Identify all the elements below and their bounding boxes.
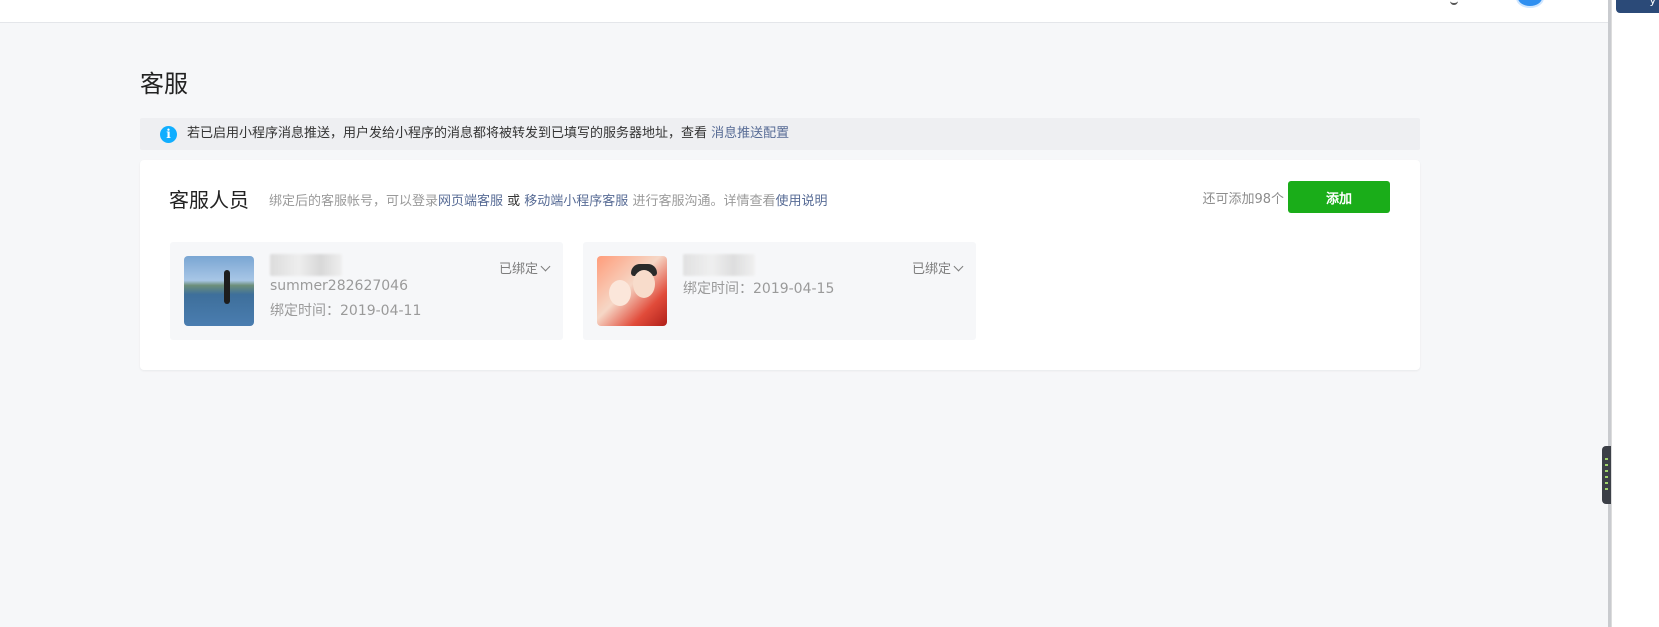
bind-status-dropdown[interactable]: 已绑定	[911, 258, 964, 277]
notice-banner: i 若已启用小程序消息推送，用户发给小程序的消息都将被转发到已填写的服务器地址，…	[140, 118, 1420, 150]
user-avatar-icon[interactable]	[1516, 0, 1544, 8]
chevron-down-icon	[953, 261, 964, 272]
side-panel: y	[1611, 0, 1659, 627]
side-panel-tab[interactable]: y	[1616, 0, 1659, 13]
desc-text-1: 绑定后的客服帐号，可以登录	[269, 194, 439, 209]
bind-status-label: 已绑定	[498, 262, 538, 277]
agent-bind-time: 绑定时间：2019-04-15	[683, 281, 835, 297]
mobile-service-link[interactable]: 移动端小程序客服	[524, 194, 628, 209]
remaining-count: 还可添加98个	[1202, 192, 1284, 207]
page-title: 客服	[140, 70, 188, 98]
side-panel-tab-glyph: y	[1649, 0, 1656, 7]
agent-bind-time: 绑定时间：2019-04-11	[270, 303, 422, 319]
message-push-config-link[interactable]: 消息推送配置	[711, 126, 789, 141]
agent-wechat-id: summer282627046	[270, 278, 408, 294]
chevron-down-icon	[540, 261, 551, 272]
section-description: 绑定后的客服帐号，可以登录网页端客服 或 移动端小程序客服 进行客服沟通。详情查…	[269, 190, 827, 209]
info-icon: i	[160, 126, 177, 143]
add-button[interactable]: 添加	[1288, 181, 1390, 213]
notice-message: 若已启用小程序消息推送，用户发给小程序的消息都将被转发到已填写的服务器地址，查看	[187, 126, 708, 141]
bind-status-dropdown[interactable]: 已绑定	[498, 258, 551, 277]
usage-guide-link[interactable]: 使用说明	[775, 194, 827, 209]
notice-text: 若已启用小程序消息推送，用户发给小程序的消息都将被转发到已填写的服务器地址，查看…	[187, 118, 789, 150]
customer-service-card: 客服人员 绑定后的客服帐号，可以登录网页端客服 或 移动端小程序客服 进行客服沟…	[140, 160, 1420, 370]
desc-or: 或	[503, 194, 525, 209]
avatar	[597, 256, 667, 326]
side-drag-handle[interactable]	[1602, 446, 1611, 504]
agent-card: 绑定时间：2019-04-15 已绑定	[583, 242, 976, 340]
agent-card: summer282627046 绑定时间：2019-04-11 已绑定	[170, 242, 563, 340]
redacted-nickname	[683, 254, 755, 276]
menu-indicator-icon[interactable]	[1450, 0, 1458, 5]
web-service-link[interactable]: 网页端客服	[438, 194, 503, 209]
section-title: 客服人员	[169, 188, 249, 212]
top-bar	[0, 0, 1608, 23]
desc-text-2: 进行客服沟通。详情查看	[628, 194, 776, 209]
avatar	[184, 256, 254, 326]
bind-status-label: 已绑定	[911, 262, 951, 277]
redacted-nickname	[270, 254, 342, 276]
